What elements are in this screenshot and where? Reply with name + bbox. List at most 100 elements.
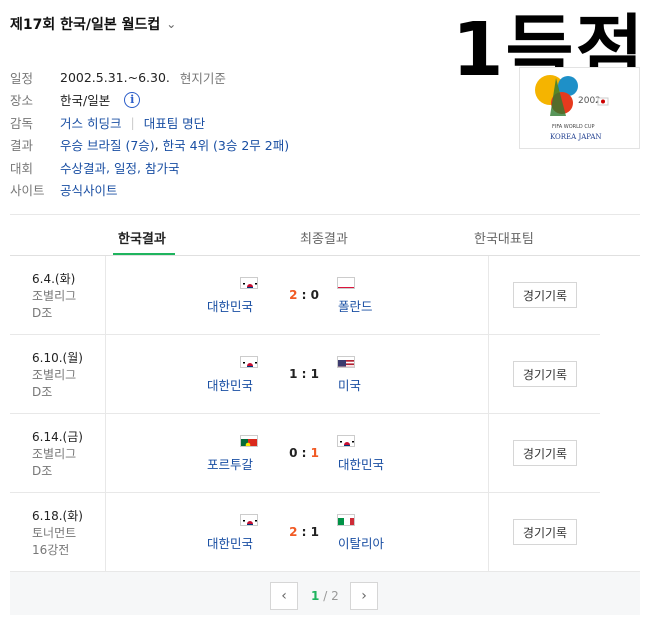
match-group: 16강전 xyxy=(32,543,70,557)
venue-value: 한국/일본 xyxy=(60,93,111,109)
match-score: 2 : 1 xyxy=(289,525,319,539)
match-date: 6.14.(금) xyxy=(32,430,83,444)
home-team[interactable]: 대한민국 xyxy=(207,533,253,552)
home-team[interactable]: 대한민국 xyxy=(207,375,253,394)
divider xyxy=(105,414,106,492)
korea-flag-icon xyxy=(240,356,258,368)
usa-flag-icon xyxy=(337,356,355,368)
active-tab-indicator xyxy=(113,253,175,255)
match-record-button[interactable]: 경기기록 xyxy=(513,282,577,308)
match-row: 6.4.(화) 조별리그 D조 대한민국 2 : 0 폴란드 경기기록 xyxy=(10,256,600,335)
match-record-button[interactable]: 경기기록 xyxy=(513,361,577,387)
page-indicator: 1 / 2 xyxy=(311,589,339,603)
divider xyxy=(488,335,489,413)
tournament-info: 일정 2002.5.31.~6.30. 현지기준 장소 한국/일본 i 감독 거… xyxy=(10,66,289,201)
info-label: 장소 xyxy=(10,93,34,109)
chevron-left-icon[interactable]: ‹ xyxy=(270,582,298,610)
korea-flag-icon xyxy=(240,277,258,289)
info-label: 감독 xyxy=(10,115,34,131)
svg-text:FIFA WORLD CUP: FIFA WORLD CUP xyxy=(552,124,595,130)
squad-link[interactable]: 대표팀 명단 xyxy=(144,113,205,132)
period-value: 2002.5.31.~6.30. xyxy=(60,69,170,85)
pagination: ‹ 1 / 2 › xyxy=(10,571,640,615)
home-team[interactable]: 포르투갈 xyxy=(207,454,253,473)
current-page: 1 xyxy=(311,589,320,603)
info-label: 대회 xyxy=(10,160,34,176)
divider: | xyxy=(130,114,135,130)
match-date: 6.10.(월) xyxy=(32,351,83,365)
svg-text:KOREA JAPAN: KOREA JAPAN xyxy=(550,133,602,141)
results-tabs: 한국결과 최종결과 한국대표팀 xyxy=(10,216,640,256)
home-team[interactable]: 대한민국 xyxy=(207,296,253,315)
page-title: 제17회 한국/일본 월드컵 xyxy=(10,17,161,33)
info-row-coach: 감독 거스 히딩크 | 대표팀 명단 xyxy=(10,111,289,134)
info-row-result: 결과 우승 브라질 (7승) , 한국 4위 (3승 2무 2패) xyxy=(10,134,289,157)
away-team[interactable]: 대한민국 xyxy=(338,454,384,473)
info-label: 사이트 xyxy=(10,183,45,199)
divider xyxy=(488,414,489,492)
away-score: 1 xyxy=(310,446,319,460)
match-row: 6.10.(월) 조별리그 D조 대한민국 1 : 1 미국 경기기록 xyxy=(10,335,600,414)
info-label: 일정 xyxy=(10,70,34,86)
period-note: 현지기준 xyxy=(179,70,226,86)
page-separator: / xyxy=(323,589,328,603)
away-score: 1 xyxy=(310,367,319,381)
match-date: 6.18.(화) xyxy=(32,509,83,523)
tab-korea-team[interactable]: 한국대표팀 xyxy=(474,228,534,247)
korea-flag-icon xyxy=(337,435,355,447)
section-divider xyxy=(10,214,640,215)
header[interactable]: 제17회 한국/일본 월드컵 ⌄ xyxy=(10,14,176,34)
match-row: 6.14.(금) 조별리그 D조 포르투갈 0 : 1 대한민국 경기기록 xyxy=(10,414,600,493)
coach-link[interactable]: 거스 히딩크 xyxy=(60,113,121,132)
away-score: 0 xyxy=(310,288,319,302)
match-score: 1 : 1 xyxy=(289,367,319,381)
info-row-venue: 장소 한국/일본 i xyxy=(10,89,289,112)
world-cup-logo-icon: 2002 FIFA WORLD CUP KOREA JAPAN xyxy=(535,75,609,141)
winner-link[interactable]: 우승 브라질 (7승) xyxy=(60,135,155,154)
match-group: D조 xyxy=(32,385,53,399)
korea-result-link[interactable]: 한국 4위 (3승 2무 2패) xyxy=(163,135,289,154)
divider xyxy=(488,256,489,334)
poland-flag-icon xyxy=(337,277,355,289)
divider xyxy=(105,335,106,413)
korea-flag-icon xyxy=(240,514,258,526)
home-score: 2 xyxy=(289,525,298,539)
chevron-right-icon[interactable]: › xyxy=(350,582,378,610)
match-stage: 조별리그 xyxy=(32,289,77,303)
home-score: 2 xyxy=(289,288,298,302)
match-group: D조 xyxy=(32,306,53,320)
chevron-down-icon[interactable]: ⌄ xyxy=(166,17,176,31)
away-team[interactable]: 이탈리아 xyxy=(338,533,384,552)
info-label: 결과 xyxy=(10,138,34,154)
match-date: 6.4.(화) xyxy=(32,272,76,286)
match-record-button[interactable]: 경기기록 xyxy=(513,440,577,466)
svg-text:2002: 2002 xyxy=(578,96,601,106)
away-team[interactable]: 미국 xyxy=(338,375,361,394)
match-record-button[interactable]: 경기기록 xyxy=(513,519,577,545)
away-team[interactable]: 폴란드 xyxy=(338,296,373,315)
home-score: 0 xyxy=(289,446,298,460)
tab-final-results[interactable]: 최종결과 xyxy=(300,228,348,247)
info-icon[interactable]: i xyxy=(124,91,141,108)
awards-link[interactable]: 수상결과 xyxy=(60,158,106,177)
divider xyxy=(105,493,106,571)
match-stage: 조별리그 xyxy=(32,447,77,461)
info-row-site: 사이트 공식사이트 xyxy=(10,179,289,202)
schedule-link[interactable]: 일정 xyxy=(114,158,137,177)
official-site-link[interactable]: 공식사이트 xyxy=(60,180,118,199)
match-group: D조 xyxy=(32,464,53,478)
info-row-tournament: 대회 수상결과, 일정, 참가국 xyxy=(10,158,180,177)
teams-link[interactable]: 참가국 xyxy=(145,158,180,177)
match-stage: 토너먼트 xyxy=(32,526,77,540)
result-separator: , xyxy=(154,137,159,153)
match-score: 0 : 1 xyxy=(289,446,319,460)
tab-korea-results[interactable]: 한국결과 xyxy=(118,228,166,247)
info-row-period: 일정 2002.5.31.~6.30. 현지기준 xyxy=(10,66,289,89)
match-stage: 조별리그 xyxy=(32,368,77,382)
total-pages: 2 xyxy=(331,589,339,603)
italy-flag-icon xyxy=(337,514,355,526)
tournament-logo[interactable]: 2002 FIFA WORLD CUP KOREA JAPAN xyxy=(519,67,640,149)
divider xyxy=(105,256,106,334)
match-row: 6.18.(화) 토너먼트 16강전 대한민국 2 : 1 이탈리아 경기기록 xyxy=(10,493,600,572)
match-score: 2 : 0 xyxy=(289,288,319,302)
